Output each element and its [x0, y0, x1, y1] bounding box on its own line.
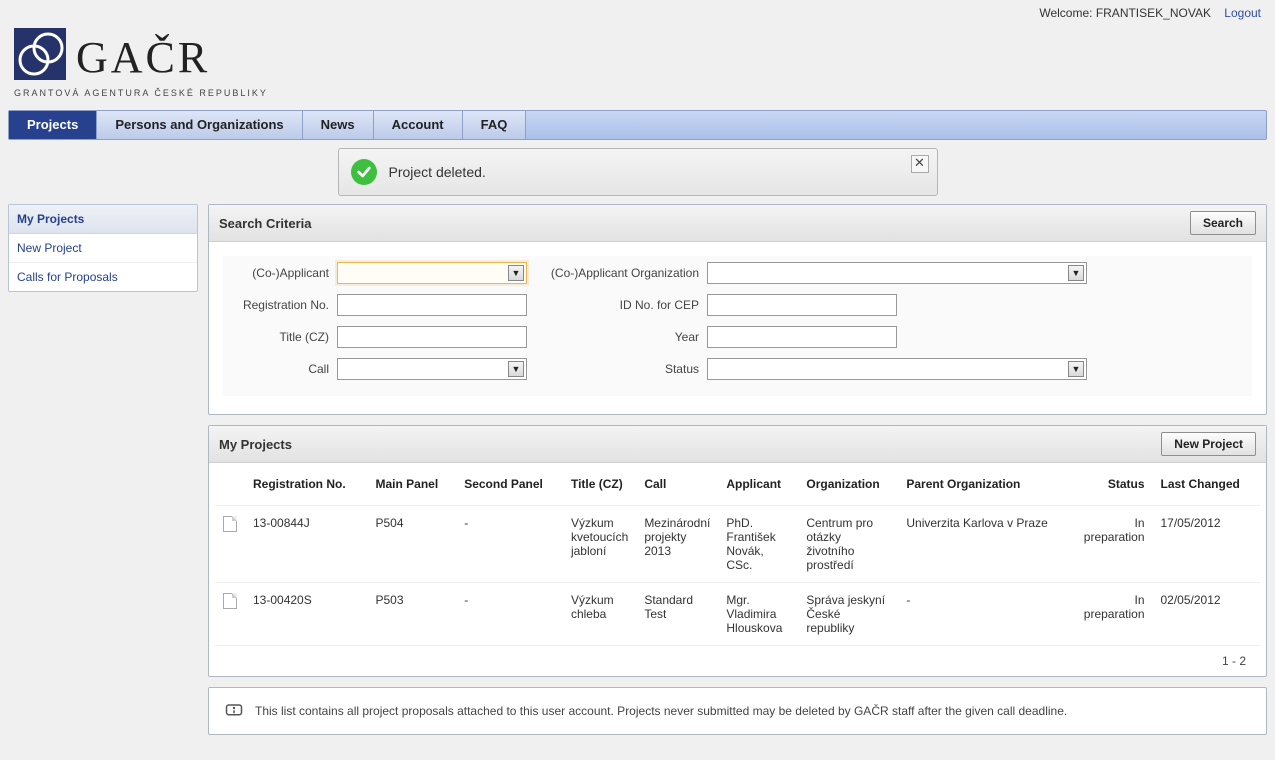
- coapplicant-select[interactable]: ▼: [337, 262, 527, 284]
- col-status[interactable]: Status: [1076, 467, 1153, 506]
- cell-main-panel: P503: [368, 583, 457, 646]
- logo: GAČR GRANTOVÁ AGENTURA ČESKÉ REPUBLIKY: [0, 20, 1275, 110]
- dropdown-arrow-icon[interactable]: ▼: [508, 361, 524, 377]
- col-last-changed[interactable]: Last Changed: [1153, 467, 1261, 506]
- cell-applicant: PhD. František Novák, CSc.: [718, 506, 798, 583]
- label-title-cz: Title (CZ): [227, 330, 337, 344]
- coapplicant-input[interactable]: [338, 263, 526, 283]
- cell-organization: Centrum pro otázky životního prostředí: [798, 506, 898, 583]
- col-organization[interactable]: Organization: [798, 467, 898, 506]
- cell-main-panel: P504: [368, 506, 457, 583]
- cell-parent-org: -: [898, 583, 1075, 646]
- notice-close-button[interactable]: ✕: [911, 155, 929, 173]
- label-id-cep: ID No. for CEP: [537, 298, 707, 312]
- cell-status: In preparation: [1076, 506, 1153, 583]
- search-button[interactable]: Search: [1190, 211, 1256, 235]
- topbar: Welcome: FRANTISEK_NOVAK Logout: [0, 0, 1275, 20]
- sidebar-link-calls-for-proposals[interactable]: Calls for Proposals: [9, 263, 197, 291]
- call-select[interactable]: ▼: [337, 358, 527, 380]
- reg-no-field[interactable]: [337, 294, 527, 316]
- cell-reg-no: 13-00420S: [245, 583, 368, 646]
- tab-projects[interactable]: Projects: [9, 111, 97, 139]
- cell-call: Mezinárodní projekty 2013: [636, 506, 718, 583]
- tab-news[interactable]: News: [303, 111, 374, 139]
- sidebar-header-my-projects[interactable]: My Projects: [9, 205, 197, 234]
- dropdown-arrow-icon[interactable]: ▼: [1068, 265, 1084, 281]
- table-row[interactable]: 13-00420S P503 - Výzkum chleba Standard …: [215, 583, 1260, 646]
- col-main-panel[interactable]: Main Panel: [368, 467, 457, 506]
- status-select[interactable]: ▼: [707, 358, 1087, 380]
- year-field[interactable]: [707, 326, 897, 348]
- info-icon: [225, 702, 243, 720]
- col-applicant[interactable]: Applicant: [718, 467, 798, 506]
- document-icon: [223, 516, 237, 532]
- cell-second-panel: -: [456, 583, 563, 646]
- welcome-label: Welcome:: [1039, 6, 1095, 20]
- cell-title-cz: Výzkum chleba: [563, 583, 636, 646]
- col-second-panel[interactable]: Second Panel: [456, 467, 563, 506]
- col-call[interactable]: Call: [636, 467, 718, 506]
- username: FRANTISEK_NOVAK: [1096, 6, 1211, 20]
- cell-applicant: Mgr. Vladimira Hlouskova: [718, 583, 798, 646]
- title-cz-field[interactable]: [337, 326, 527, 348]
- cell-organization: Správa jeskyní České republiky: [798, 583, 898, 646]
- label-reg-no: Registration No.: [227, 298, 337, 312]
- cell-parent-org: Univerzita Karlova v Praze: [898, 506, 1075, 583]
- sidebar: My Projects New Project Calls for Propos…: [8, 204, 198, 292]
- title-cz-input[interactable]: [338, 327, 526, 347]
- main-nav: Projects Persons and Organizations News …: [8, 110, 1267, 140]
- cell-last-changed: 17/05/2012: [1153, 506, 1261, 583]
- pager: 1 - 2: [215, 646, 1260, 676]
- label-year: Year: [537, 330, 707, 344]
- notice-message: Project deleted.: [389, 164, 486, 180]
- my-projects-panel: My Projects New Project Registration No.…: [208, 425, 1267, 677]
- table-row[interactable]: 13-00844J P504 - Výzkum kvetoucích jablo…: [215, 506, 1260, 583]
- col-title-cz[interactable]: Title (CZ): [563, 467, 636, 506]
- info-text: This list contains all project proposals…: [255, 704, 1067, 718]
- cell-reg-no: 13-00844J: [245, 506, 368, 583]
- coapplicant-org-input[interactable]: [708, 263, 1086, 283]
- cell-call: Standard Test: [636, 583, 718, 646]
- col-reg-no[interactable]: Registration No.: [245, 467, 368, 506]
- label-call: Call: [227, 362, 337, 376]
- search-criteria-panel: Search Criteria Search (Co-)Applicant ▼: [208, 204, 1267, 415]
- check-icon: [351, 159, 377, 185]
- tab-faq[interactable]: FAQ: [463, 111, 527, 139]
- notice-banner: Project deleted. ✕: [338, 148, 938, 196]
- dropdown-arrow-icon[interactable]: ▼: [1068, 361, 1084, 377]
- label-status: Status: [537, 362, 707, 376]
- label-coapplicant: (Co-)Applicant: [227, 266, 337, 280]
- col-parent-org[interactable]: Parent Organization: [898, 467, 1075, 506]
- label-coapplicant-org: (Co-)Applicant Organization: [537, 266, 707, 280]
- projects-table: Registration No. Main Panel Second Panel…: [215, 467, 1260, 646]
- document-icon: [223, 593, 237, 609]
- cell-last-changed: 02/05/2012: [1153, 583, 1261, 646]
- svg-text:GAČR: GAČR: [76, 33, 210, 82]
- search-criteria-title: Search Criteria: [219, 216, 312, 231]
- coapplicant-org-select[interactable]: ▼: [707, 262, 1087, 284]
- status-input[interactable]: [708, 359, 1086, 379]
- call-input[interactable]: [338, 359, 526, 379]
- cell-title-cz: Výzkum kvetoucích jabloní: [563, 506, 636, 583]
- svg-text:GRANTOVÁ AGENTURA ČESKÉ REPUBL: GRANTOVÁ AGENTURA ČESKÉ REPUBLIKY: [14, 88, 268, 98]
- tab-persons-organizations[interactable]: Persons and Organizations: [97, 111, 302, 139]
- cell-second-panel: -: [456, 506, 563, 583]
- my-projects-title: My Projects: [219, 437, 292, 452]
- info-panel: This list contains all project proposals…: [208, 687, 1267, 735]
- cell-status: In preparation: [1076, 583, 1153, 646]
- new-project-button[interactable]: New Project: [1161, 432, 1256, 456]
- year-input[interactable]: [708, 327, 896, 347]
- reg-no-input[interactable]: [338, 295, 526, 315]
- dropdown-arrow-icon[interactable]: ▼: [508, 265, 524, 281]
- id-cep-field[interactable]: [707, 294, 897, 316]
- logout-link[interactable]: Logout: [1224, 6, 1261, 20]
- sidebar-link-new-project[interactable]: New Project: [9, 234, 197, 263]
- tab-account[interactable]: Account: [374, 111, 463, 139]
- id-cep-input[interactable]: [708, 295, 896, 315]
